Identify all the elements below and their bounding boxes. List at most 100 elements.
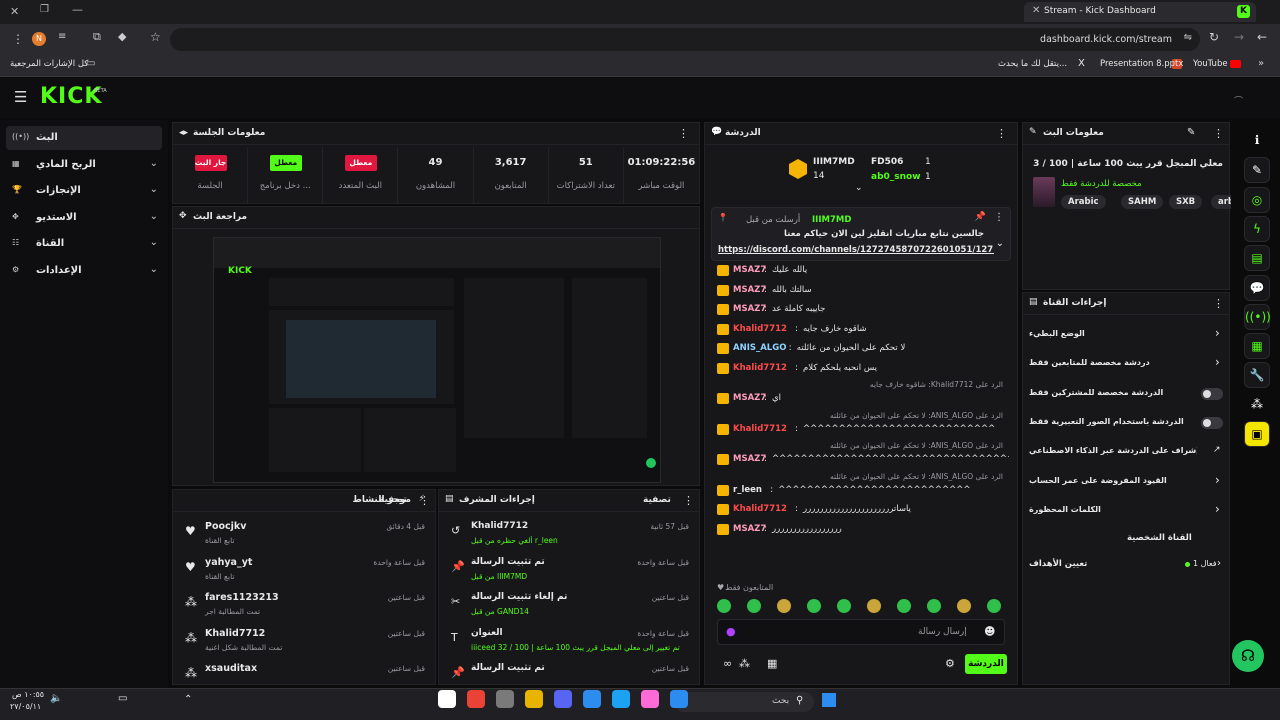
pinned-link[interactable]: https://discord.com/channels/12727458707… bbox=[718, 245, 994, 255]
collapse-leaderboard-icon[interactable]: ⌄ bbox=[855, 183, 863, 193]
sidebar-item-settings[interactable]: ⚙ الإعدادات ⌄ bbox=[6, 259, 162, 283]
broadcast-icon[interactable]: ((•)) bbox=[1244, 303, 1271, 330]
tab-close-icon[interactable]: ✕ bbox=[1032, 5, 1040, 16]
chat-message[interactable]: MSAZ7: جاييبه كاملة عد bbox=[713, 302, 1009, 318]
site-settings-icon[interactable]: ⇋ bbox=[1184, 32, 1192, 43]
more-bookmarks-icon[interactable]: » bbox=[1258, 58, 1264, 69]
category-thumbnail[interactable] bbox=[1033, 177, 1055, 207]
pinned-message[interactable]: ⋮ 📌 IIIM7MD أرسلت من قبل 📍 جالسين نتابع … bbox=[711, 207, 1011, 261]
chat-gear-icon[interactable]: ⚙ bbox=[945, 657, 955, 670]
emote-icon[interactable] bbox=[957, 599, 971, 613]
extensions-icon[interactable]: ⧉ bbox=[93, 30, 101, 44]
chat-message[interactable]: MSAZ7: يالله عليك bbox=[713, 263, 1009, 279]
taskbar-obs-icon[interactable] bbox=[496, 690, 514, 708]
taskbar-copilot-icon[interactable] bbox=[641, 690, 659, 708]
taskbar-files-icon[interactable] bbox=[525, 690, 543, 708]
taskbar-chevron-icon[interactable]: ⌃ bbox=[184, 694, 192, 705]
bookmark-youtube[interactable]: YouTube bbox=[1193, 59, 1228, 69]
taskbar-edge-icon[interactable] bbox=[612, 690, 630, 708]
send-chat-button[interactable]: الدردشة bbox=[965, 654, 1007, 674]
address-bar[interactable]: dashboard.kick.com/stream ⇋ bbox=[170, 28, 1200, 51]
maximize-window-icon[interactable]: ❐ bbox=[40, 4, 49, 15]
chat-username[interactable]: MSAZ7 bbox=[733, 304, 766, 314]
sidebar-item-achievements[interactable]: 🏆 الإنجازات ⌄ bbox=[6, 179, 162, 203]
chat-username[interactable]: Khalid7712 bbox=[733, 363, 787, 373]
stream-tag[interactable]: arbaic bbox=[1211, 195, 1231, 209]
chat-message[interactable]: r_leen: ^^^^^^^^^^^^^^^^^^^^^^^^^^^ bbox=[713, 483, 1009, 499]
emote-icon[interactable] bbox=[717, 599, 731, 613]
channel-action-item[interactable]: الدردشة باستخدام الصور التعبيرية فقط bbox=[1023, 411, 1229, 435]
unpin-icon[interactable]: 📌 bbox=[975, 212, 986, 222]
taskbar-store-icon[interactable] bbox=[583, 690, 601, 708]
leader-1-name[interactable]: IIIM7MD bbox=[813, 157, 855, 167]
taskbar-search[interactable]: بحث ⚲ bbox=[674, 692, 814, 712]
sidebar-item-channel[interactable]: ☷ القناة ⌄ bbox=[6, 232, 162, 256]
modaction-item[interactable]: 📌 تم تثبيت الرسالة من قبل IIIM7MD قبل ساعة … bbox=[439, 552, 699, 586]
modaction-item[interactable]: 📌 تم تثبيت الرسالة قبل ساعتين bbox=[439, 658, 699, 692]
stream-tag[interactable]: SAHM bbox=[1121, 195, 1164, 209]
chat-message[interactable]: ANIS_ALGO: لا تحكم على الحيوان من عائلته bbox=[713, 341, 1009, 357]
pin-menu-icon[interactable]: ⋮ bbox=[994, 212, 1004, 223]
notes-icon[interactable]: ▤ bbox=[1244, 245, 1270, 272]
taskbar-start-icon[interactable] bbox=[822, 693, 836, 707]
bookmark-star-icon[interactable]: ☆ bbox=[150, 30, 161, 44]
channel-action-item[interactable]: الإشراف على الدردشة عبر الذكاء الاصطناعي… bbox=[1023, 440, 1229, 464]
activity-filter-button[interactable]: تصفية bbox=[379, 495, 407, 505]
activity-menu-icon[interactable]: ⋮ bbox=[419, 494, 430, 507]
downloads-icon[interactable]: ≡ bbox=[58, 31, 66, 42]
activity-username[interactable]: xsauditax bbox=[205, 663, 257, 674]
modactions-menu-icon[interactable]: ⋮ bbox=[683, 494, 694, 507]
channel-action-item[interactable]: الكلمات المحظورة › bbox=[1023, 499, 1229, 523]
activity-item[interactable]: ⁂ fares1123213 تمت المطالبة اجر قبل ساعتين bbox=[173, 587, 435, 621]
chat-username[interactable]: MSAZ7 bbox=[733, 524, 766, 534]
emote-icon[interactable] bbox=[747, 599, 761, 613]
emote-icon[interactable] bbox=[777, 599, 791, 613]
leader-3-name[interactable]: ab0_snow bbox=[871, 172, 921, 182]
emote-icon[interactable] bbox=[927, 599, 941, 613]
hamburger-menu-icon[interactable]: ☰ bbox=[14, 88, 27, 106]
chat-username[interactable]: Khalid7712 bbox=[733, 424, 787, 434]
chat-username[interactable]: Khalid7712 bbox=[733, 324, 787, 334]
channel-action-toggle[interactable] bbox=[1201, 416, 1223, 429]
chat-message[interactable]: Khalid7712: ^^^^^^^^^^^^^^^^^^^^^^^^^^^ bbox=[713, 422, 1009, 438]
emote-icon[interactable] bbox=[807, 599, 821, 613]
chat-menu-icon[interactable]: ⋮ bbox=[996, 127, 1007, 140]
leader-2-name[interactable]: FD506 bbox=[871, 157, 903, 167]
chat-input[interactable]: ☻ إرسال رسالة ● bbox=[717, 619, 1005, 645]
chat-settings-icon[interactable]: ∞ bbox=[723, 657, 732, 670]
emoji-picker-icon[interactable]: ☻ bbox=[984, 625, 995, 638]
close-window-icon[interactable]: ✕ bbox=[10, 5, 19, 18]
activity-username[interactable]: yahya_yt bbox=[205, 557, 252, 568]
layout-icon[interactable]: ▦ bbox=[1244, 333, 1270, 360]
taskbar-widgets-icon[interactable] bbox=[670, 690, 688, 708]
adblock-icon[interactable]: ◆ bbox=[118, 30, 126, 43]
chat-message[interactable]: MSAZ7: اي bbox=[713, 391, 1009, 407]
taskbar-chrome-icon[interactable] bbox=[467, 690, 485, 708]
chat-message[interactable]: Khalid7712: يس انحبه يلحكم كلام bbox=[713, 361, 1009, 377]
activity-username[interactable]: fares1123213 bbox=[205, 592, 279, 603]
bolt-icon[interactable]: ϟ bbox=[1244, 215, 1270, 242]
sidebar-item-studio[interactable]: ✥ الاستديو ⌄ bbox=[6, 206, 162, 230]
chat-message[interactable]: MSAZ7: ررررررررررررررررر bbox=[713, 522, 1009, 538]
modaction-item[interactable]: ✂ تم إلغاء تثبيت الرسالة من قبل GAND14 قبل … bbox=[439, 587, 699, 621]
taskbar-battery-icon[interactable]: ▭ bbox=[118, 693, 127, 704]
emote-icon[interactable] bbox=[897, 599, 911, 613]
info-icon[interactable]: ℹ bbox=[1244, 128, 1270, 154]
activity-item[interactable]: ♥ Poocjkv تابع القناة قبل 4 دقائق bbox=[173, 516, 435, 550]
modactions-filter-button[interactable]: تصفية bbox=[643, 495, 671, 505]
browser-tab[interactable]: ✕ Stream - Kick Dashboard K bbox=[1024, 2, 1256, 22]
chat-username[interactable]: MSAZ7 bbox=[733, 285, 766, 295]
edit-icon[interactable]: ✎ bbox=[1244, 157, 1270, 184]
chat-message[interactable]: Khalid7712: ياساترررررررررررررررررررررر bbox=[713, 502, 1009, 518]
chat-store-icon[interactable]: ▦ bbox=[767, 657, 777, 670]
chat-username[interactable]: Khalid7712 bbox=[733, 504, 787, 514]
sidebar-item-monetization[interactable]: ▦ الربح المادي ⌄ bbox=[6, 153, 162, 177]
channel-action-item[interactable]: القيود المفروضة على عمر الحساب › bbox=[1023, 470, 1229, 494]
chat-message[interactable]: MSAZ7: سالتك بالله bbox=[713, 283, 1009, 299]
channel-actions-menu-icon[interactable]: ⋮ bbox=[1213, 297, 1224, 310]
channel-action-item[interactable]: الوضع البطيء › bbox=[1023, 323, 1229, 347]
stream-tag[interactable]: Arabic bbox=[1061, 195, 1106, 209]
forward-icon[interactable]: → bbox=[1234, 30, 1244, 44]
chat-username[interactable]: MSAZ7 bbox=[733, 265, 766, 275]
bookmark-presentation[interactable]: Presentation 8.pptx bbox=[1100, 59, 1183, 69]
